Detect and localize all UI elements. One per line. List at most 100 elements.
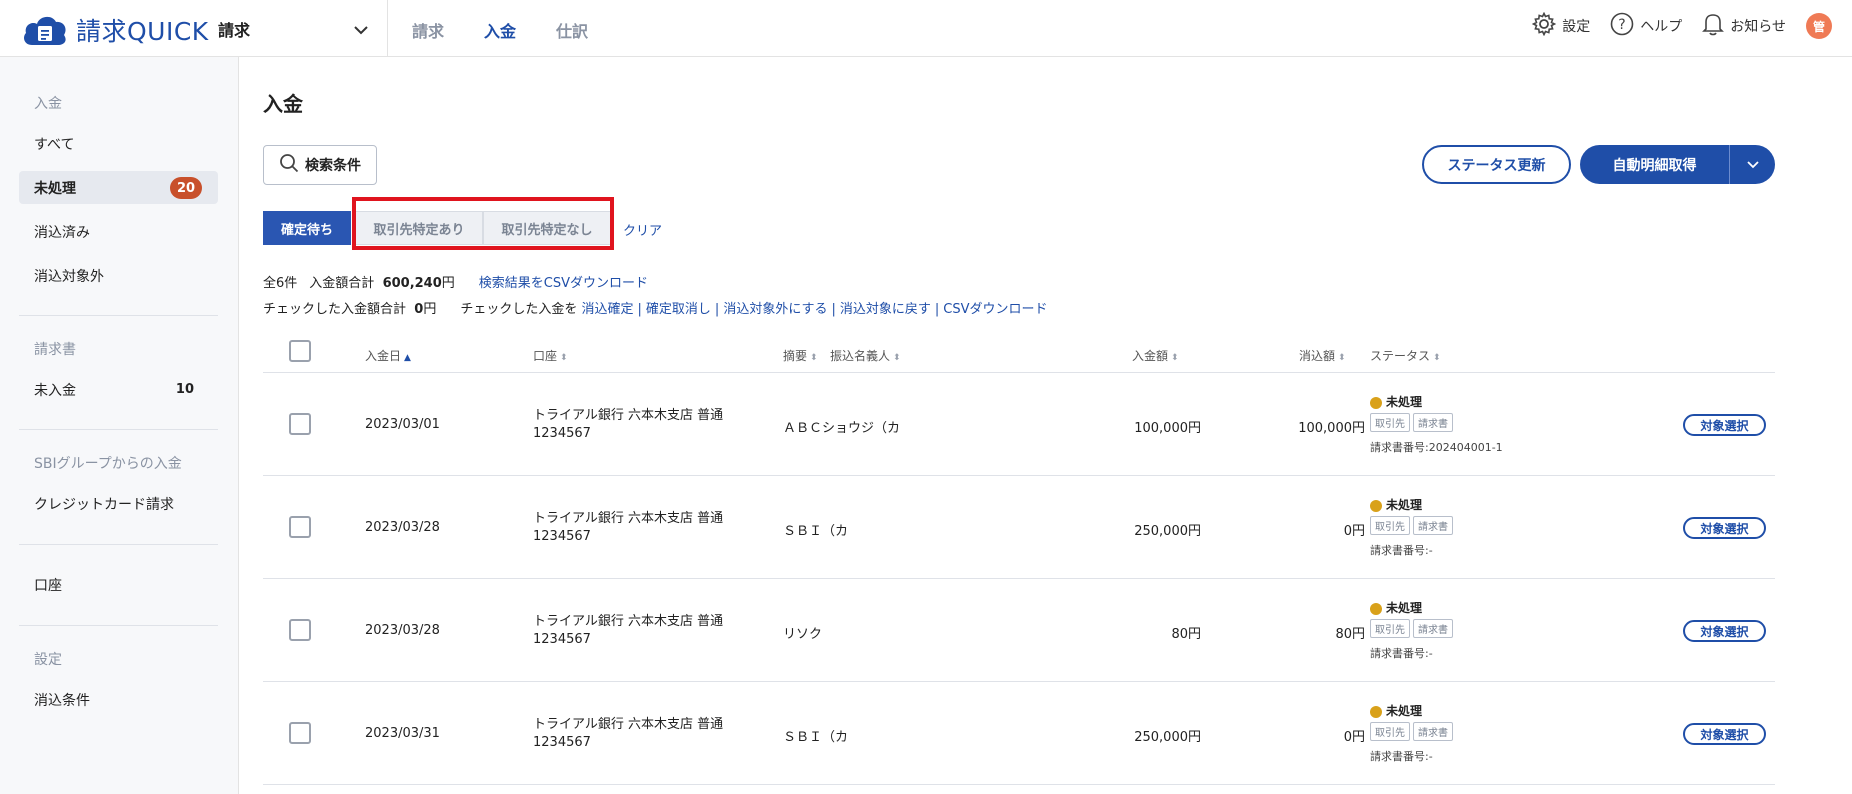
status-update-button[interactable]: ステータス更新	[1422, 145, 1571, 184]
row-status: 未処理 取引先 請求書 請求書番号:-	[1370, 702, 1456, 764]
auto-fetch-label: 自動明細取得	[1612, 157, 1697, 174]
help-link[interactable]: ? ヘルプ	[1610, 12, 1682, 40]
table-header: 入金日 ▲ 口座 ⬍ 摘要 ⬍ 振込名義人 ⬍ 入金額 ⬍ 消込額 ⬍ ステータス ⬍	[263, 335, 1775, 373]
sort-icon: ⬍	[810, 353, 818, 363]
sidebar-section-sbi: SBIグループからの入金	[34, 456, 182, 472]
header-account[interactable]: 口座 ⬍	[533, 347, 568, 364]
row-account: トライアル銀行 六本木支店 普通1234567	[533, 408, 724, 441]
header-status[interactable]: ステータス ⬍	[1370, 347, 1441, 364]
row-checkbox[interactable]	[289, 619, 311, 641]
status-dot-icon	[1370, 499, 1382, 512]
header-summary[interactable]: 摘要 ⬍	[783, 347, 818, 364]
table-row: 2023/03/28 トライアル銀行 六本木支店 普通1234567 ＳＢＩ（カ…	[263, 476, 1775, 579]
nav-journal[interactable]: 仕訳	[556, 18, 588, 42]
sidebar: 入金 すべて 未処理 20 消込済み 消込対象外 請求書 未入金 10 SBIグ…	[0, 57, 239, 794]
csv-search-download-link[interactable]: 検索結果をCSVダウンロード	[479, 272, 648, 291]
nav-payment[interactable]: 入金	[484, 18, 516, 42]
select-target-button[interactable]: 対象選択	[1683, 723, 1766, 745]
gear-icon	[1531, 11, 1557, 40]
sidebar-divider	[19, 625, 218, 626]
invoice-tag: 請求書	[1413, 722, 1453, 741]
row-checkbox[interactable]	[289, 516, 311, 538]
clear-link[interactable]: クリア	[623, 220, 662, 239]
tab-pending-confirmation[interactable]: 確定待ち	[263, 211, 351, 245]
action-csv-download[interactable]: CSVダウンロード	[943, 302, 1047, 317]
checked-summary-line: チェックした入金額合計 0円 チェックした入金を 消込確定 | 確定取消し | 消込対象…	[263, 298, 1047, 317]
select-target-button[interactable]: 対象選択	[1683, 517, 1766, 539]
sidebar-divider	[19, 315, 218, 316]
sidebar-section-settings: 設定	[34, 652, 62, 668]
sidebar-item-rules[interactable]: 消込条件	[19, 683, 218, 716]
module-select[interactable]: 請求	[218, 14, 368, 44]
header-amount[interactable]: 入金額 ⬍	[1132, 347, 1179, 364]
table-row: 2023/03/01 トライアル銀行 六本木支店 普通1234567 ＡＢＣショ…	[263, 373, 1775, 476]
action-restore[interactable]: 消込対象に戻す	[840, 302, 931, 317]
checked-total: チェックした入金額合計 0円	[263, 302, 437, 317]
partner-tag: 取引先	[1370, 722, 1410, 741]
select-target-button[interactable]: 対象選択	[1683, 414, 1766, 436]
status-dot-icon	[1370, 602, 1382, 615]
partner-tag: 取引先	[1370, 413, 1410, 432]
select-target-button[interactable]: 対象選択	[1683, 620, 1766, 642]
search-conditions-button[interactable]: 検索条件	[263, 145, 377, 185]
row-amount: 250,000円	[1134, 524, 1201, 539]
auto-fetch-button[interactable]: 自動明細取得	[1580, 145, 1775, 184]
page-title: 入金	[263, 92, 303, 116]
row-cleared: 80円	[1335, 627, 1365, 642]
action-confirm-clear[interactable]: 消込確定	[582, 302, 634, 317]
invoice-tag: 請求書	[1413, 413, 1453, 432]
invoice-tag: 請求書	[1413, 516, 1453, 535]
sidebar-item-cleared[interactable]: 消込済み	[19, 215, 218, 248]
sidebar-item-label: 口座	[34, 577, 62, 594]
avatar[interactable]: 管	[1806, 13, 1832, 39]
sidebar-item-label: 消込済み	[34, 224, 90, 241]
sidebar-item-unpaid[interactable]: 未入金 10	[19, 373, 218, 406]
chevron-down-icon[interactable]	[1730, 160, 1775, 169]
top-right-menu: 設定 ? ヘルプ お知らせ 管	[1531, 11, 1852, 40]
sidebar-item-all[interactable]: すべて	[19, 127, 218, 160]
header-date[interactable]: 入金日 ▲	[365, 347, 411, 364]
notifications-label: お知らせ	[1730, 19, 1786, 35]
sidebar-item-excluded[interactable]: 消込対象外	[19, 259, 218, 292]
app-logo[interactable]: 請求QUICK	[22, 12, 209, 48]
row-date: 2023/03/28	[365, 520, 440, 535]
sort-icon: ⬍	[893, 353, 901, 363]
sidebar-item-account[interactable]: 口座	[19, 568, 218, 601]
help-label: ヘルプ	[1640, 19, 1683, 35]
row-payer: リソク	[783, 627, 823, 642]
count-label: 10	[175, 382, 194, 397]
sidebar-item-credit-card[interactable]: クレジットカード請求	[19, 487, 218, 520]
invoice-number: 請求書番号:-	[1370, 544, 1433, 557]
row-checkbox[interactable]	[289, 413, 311, 435]
header-payer[interactable]: 振込名義人 ⬍	[830, 347, 901, 364]
sidebar-item-label: 未処理	[34, 180, 76, 197]
table-row: 2023/03/28 トライアル銀行 六本木支店 普通1234567 リソク 8…	[263, 579, 1775, 682]
row-checkbox[interactable]	[289, 722, 311, 744]
sidebar-item-label: クレジットカード請求	[34, 496, 174, 513]
action-exclude[interactable]: 消込対象外にする	[723, 302, 827, 317]
row-cleared: 100,000円	[1298, 421, 1365, 436]
nav-invoice[interactable]: 請求	[412, 18, 444, 42]
row-date: 2023/03/31	[365, 726, 440, 741]
notifications-link[interactable]: お知らせ	[1702, 12, 1786, 40]
header-cleared[interactable]: 消込額 ⬍	[1299, 347, 1346, 364]
invoice-number: 請求書番号:-	[1370, 750, 1433, 763]
row-amount: 80円	[1171, 627, 1201, 642]
divider	[387, 0, 388, 57]
sidebar-item-unprocessed[interactable]: 未処理 20	[19, 171, 218, 204]
module-select-value: 請求	[218, 21, 251, 40]
sidebar-item-label: 消込条件	[34, 692, 90, 709]
partner-tag: 取引先	[1370, 619, 1410, 638]
search-icon	[279, 153, 299, 177]
bell-icon	[1702, 12, 1725, 40]
settings-link[interactable]: 設定	[1531, 11, 1590, 40]
chevron-down-icon	[354, 20, 368, 39]
status-dot-icon	[1370, 705, 1382, 718]
row-status: 未処理 取引先 請求書 請求書番号:-	[1370, 496, 1456, 558]
checked-actions: チェックした入金を 消込確定 | 確定取消し | 消込対象外にする | 消込対象に戻す | CS…	[460, 302, 1048, 317]
action-cancel-confirm[interactable]: 確定取消し	[646, 302, 711, 317]
total-amount: 入金額合計 600,240円	[309, 276, 455, 291]
invoice-number: 請求書番号:202404001-1	[1370, 441, 1503, 454]
sort-icon: ⬍	[1433, 353, 1441, 363]
select-all-checkbox[interactable]	[289, 340, 311, 362]
